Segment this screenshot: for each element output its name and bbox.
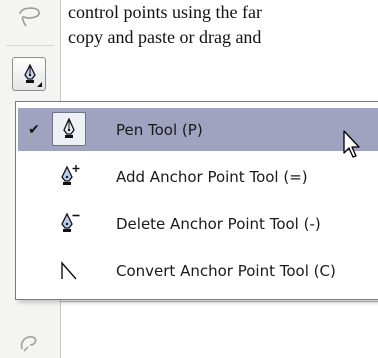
menu-item-delete-anchor-point-tool[interactable]: Delete Anchor Point Tool (-) <box>18 202 378 245</box>
pen-icon <box>52 112 86 146</box>
lasso-icon[interactable] <box>14 2 44 32</box>
convert-anchor-icon <box>52 253 86 287</box>
divider <box>60 301 378 302</box>
document-line: copy and paste or drag and <box>68 27 262 47</box>
menu-item-label: Pen Tool (P) <box>116 120 203 139</box>
pen-tool-button[interactable] <box>12 57 46 91</box>
add-anchor-icon <box>52 159 86 193</box>
flyout-indicator-icon <box>37 82 42 87</box>
delete-anchor-icon <box>52 206 86 240</box>
menu-item-label: Add Anchor Point Tool (=) <box>116 167 308 186</box>
menu-item-label: Delete Anchor Point Tool (-) <box>116 214 321 233</box>
menu-item-convert-anchor-point-tool[interactable]: Convert Anchor Point Tool (C) <box>18 249 378 292</box>
checkmark-icon: ✔ <box>28 121 40 138</box>
menu-item-pen-tool[interactable]: ✔ Pen Tool (P) <box>18 108 378 151</box>
menu-item-label: Convert Anchor Point Tool (C) <box>116 261 336 280</box>
menu-item-add-anchor-point-tool[interactable]: Add Anchor Point Tool (=) <box>18 155 378 198</box>
document-text: control points using the far copy and pa… <box>68 0 378 50</box>
pen-tools-flyout-menu: ✔ Pen Tool (P) Add Anchor Point Tool (=) <box>15 101 378 300</box>
freeform-icon[interactable] <box>14 327 44 357</box>
document-line: control points using the far <box>68 2 262 22</box>
divider <box>6 45 54 46</box>
mouse-cursor-icon <box>343 130 360 158</box>
